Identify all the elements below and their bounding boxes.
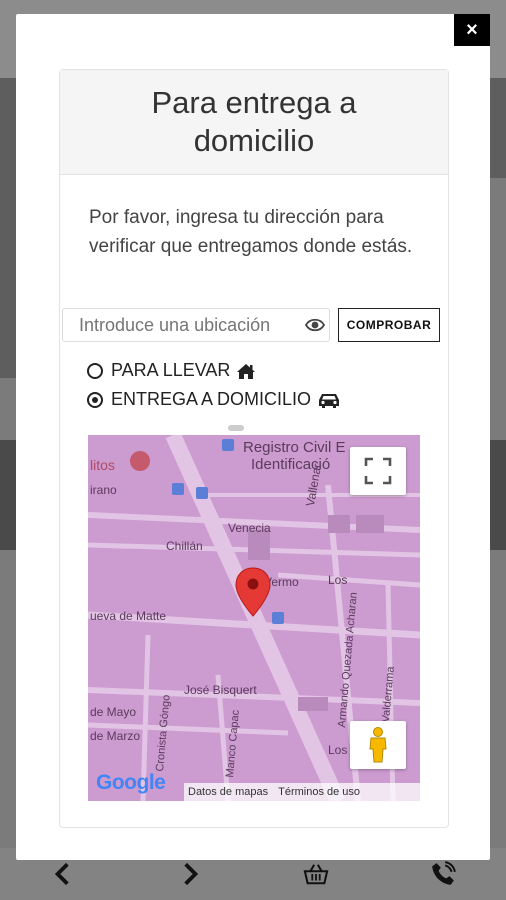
fullscreen-button[interactable] — [350, 447, 406, 495]
background-image-right-2 — [490, 440, 506, 550]
map-label: Registro Civil E — [243, 439, 346, 456]
fullscreen-icon — [364, 457, 392, 485]
chevron-right-icon — [184, 862, 198, 886]
map-data-link[interactable]: Datos de mapas — [188, 786, 268, 798]
map-label: de Marzo — [90, 729, 141, 743]
takeaway-label: PARA LLEVAR — [111, 360, 231, 380]
delivery-card: Para entrega a domicilio Por favor, ingr… — [59, 69, 449, 828]
map-attribution: Datos de mapas Términos de uso — [184, 783, 420, 801]
background-image-right — [490, 78, 506, 178]
back-button[interactable] — [43, 854, 83, 894]
map-label: Venecia — [228, 521, 271, 535]
map-view[interactable]: Registro Civil E Identificació litos ira… — [88, 435, 420, 801]
map-label: litos — [90, 457, 115, 473]
takeaway-radio[interactable] — [87, 362, 103, 379]
car-icon — [319, 393, 340, 408]
google-logo-text: Google — [96, 771, 166, 794]
background-image-left — [0, 78, 16, 378]
option-delivery[interactable]: ENTREGA A DOMICILIO — [87, 389, 341, 410]
card-description: Por favor, ingresa tu dirección para ver… — [89, 207, 413, 257]
home-icon — [237, 363, 256, 379]
delivery-label: ENTREGA A DOMICILIO — [111, 389, 312, 409]
google-logo: Google — [96, 771, 166, 795]
location-pin-icon[interactable] — [235, 567, 271, 617]
street-view-button[interactable] — [350, 721, 406, 769]
option-takeaway[interactable]: PARA LLEVAR — [87, 360, 256, 381]
map-label: Los — [328, 573, 348, 587]
map-label: Chillán — [166, 539, 203, 553]
check-button[interactable]: COMPROBAR — [338, 308, 440, 342]
chevron-left-icon — [55, 862, 69, 886]
card-title: Para entrega a domicilio — [60, 70, 448, 175]
call-button[interactable] — [423, 854, 463, 894]
map-label: ueva de Matte — [90, 609, 167, 623]
close-button[interactable]: × — [454, 14, 490, 46]
search-row: COMPROBAR — [62, 308, 442, 346]
basket-icon — [303, 864, 329, 885]
map-label: de Mayo — [90, 705, 137, 719]
delivery-modal: × Para entrega a domicilio Por favor, in… — [16, 14, 490, 860]
terms-link[interactable]: Términos de uso — [278, 786, 360, 798]
map-label: irano — [90, 483, 117, 497]
pegman-icon — [369, 727, 387, 763]
background-image-left-2 — [0, 440, 16, 550]
eye-icon[interactable] — [305, 316, 325, 334]
basket-button[interactable] — [296, 854, 336, 894]
delivery-radio[interactable] — [87, 391, 103, 408]
map-label: Los — [328, 743, 348, 757]
map-label: José Bisquert — [184, 683, 257, 697]
forward-button[interactable] — [170, 854, 210, 894]
drag-handle[interactable] — [228, 425, 244, 431]
phone-icon — [431, 861, 456, 885]
location-input[interactable] — [62, 308, 330, 342]
